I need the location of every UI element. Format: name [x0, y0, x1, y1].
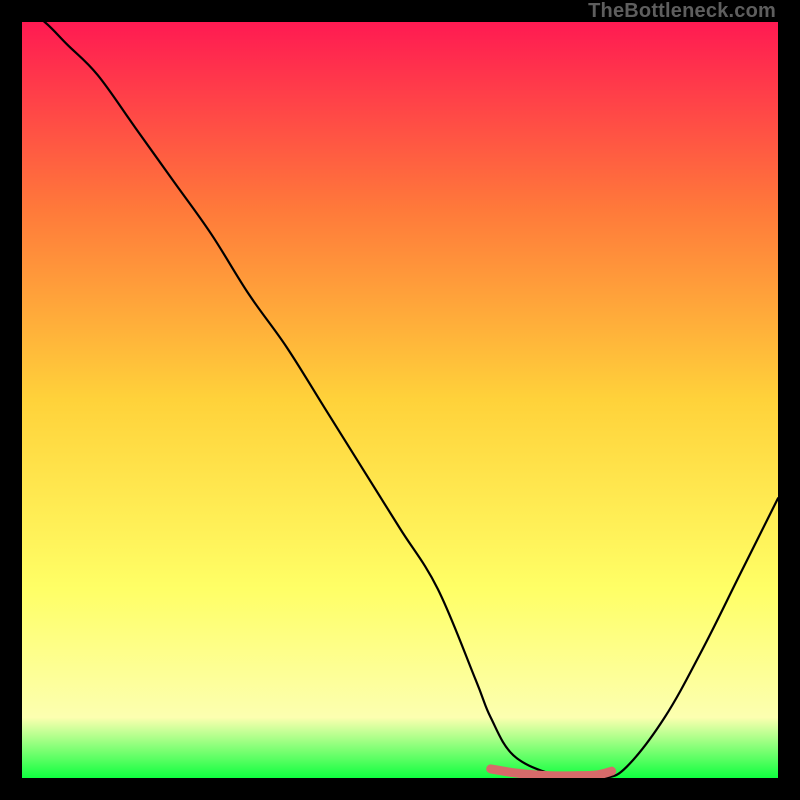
gradient-background [22, 22, 778, 778]
chart-frame [22, 22, 778, 778]
bottleneck-chart [22, 22, 778, 778]
watermark-text: TheBottleneck.com [588, 0, 776, 23]
